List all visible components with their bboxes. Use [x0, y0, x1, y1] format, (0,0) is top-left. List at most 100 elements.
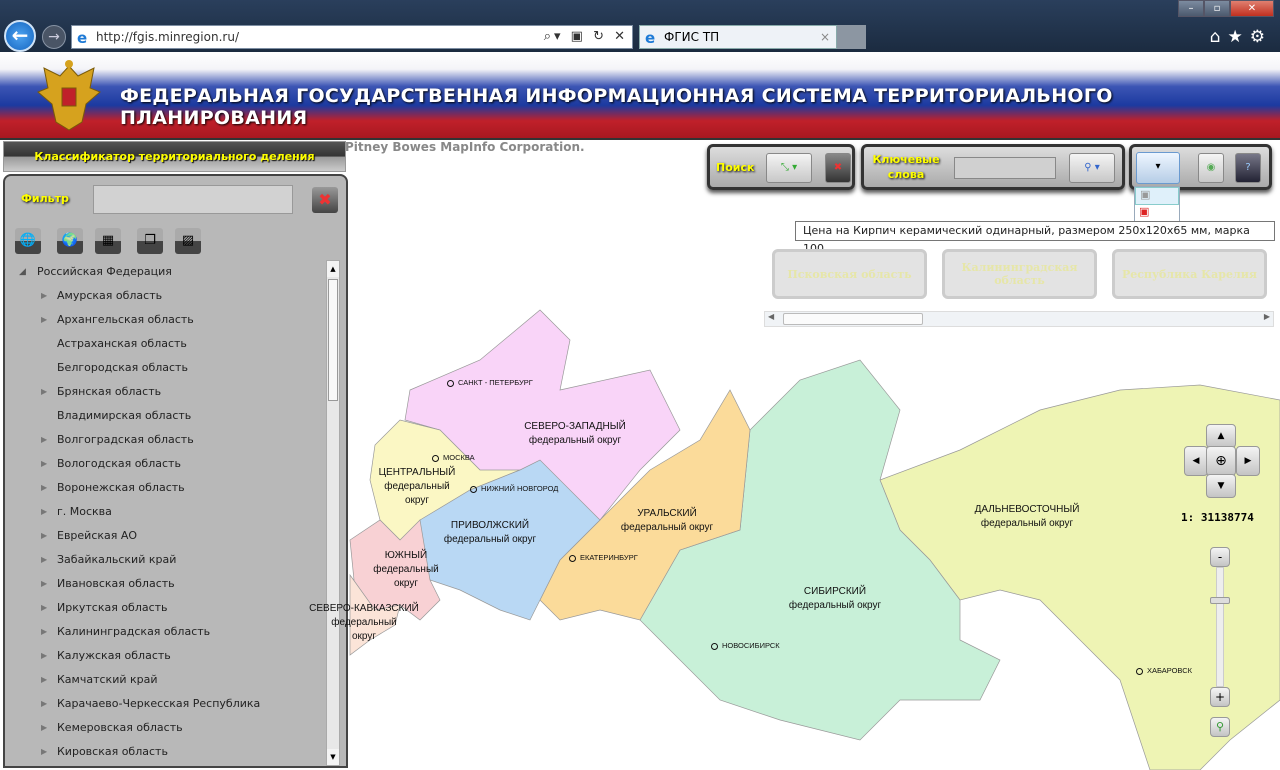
tree-item[interactable]: ▶ г. Москва — [5, 500, 327, 524]
clear-search-button[interactable]: ✖ — [825, 153, 851, 183]
layer-option-brick-red-icon[interactable]: ▣ — [1135, 205, 1179, 221]
copy-icon[interactable]: ❐ — [137, 228, 163, 254]
city-marker[interactable]: ХАБАРОВСК — [1136, 666, 1192, 675]
city-marker[interactable]: МОСКВА — [432, 453, 475, 462]
expand-icon[interactable]: ▶ — [41, 692, 47, 716]
tree-item[interactable]: ▶ Забайкальский край — [5, 548, 327, 572]
scroll-thumb[interactable] — [783, 313, 923, 325]
tree-root-label: Российская Федерация — [37, 265, 172, 278]
pan-down-button[interactable]: ▼ — [1206, 474, 1236, 498]
city-marker[interactable]: НОВОСИБИРСК — [711, 641, 780, 650]
maximize-button[interactable]: ▫ — [1204, 0, 1230, 17]
expand-icon[interactable]: ▶ — [41, 284, 47, 308]
keywords-input[interactable] — [954, 157, 1056, 179]
tree-item[interactable]: Владимирская область — [5, 404, 327, 428]
pan-up-button[interactable]: ▲ — [1206, 424, 1236, 448]
expand-icon[interactable]: ▶ — [41, 452, 47, 476]
recent-region-chip[interactable]: Псковская область — [772, 249, 927, 299]
tree-item[interactable]: ▶ Карачаево-Черкесская Республика — [5, 692, 327, 716]
help-button[interactable]: ? — [1235, 153, 1261, 183]
tree-item[interactable]: ▶ Камчатский край — [5, 668, 327, 692]
tab-close-icon[interactable]: × — [820, 26, 830, 48]
tree-item[interactable]: Астраханская область — [5, 332, 327, 356]
browser-tab[interactable]: e ФГИС ТП × — [639, 25, 837, 49]
pan-left-button[interactable]: ◀ — [1184, 446, 1208, 476]
city-marker[interactable]: ЕКАТЕРИНБУРГ — [569, 553, 638, 562]
globe-button[interactable]: ◉ — [1198, 153, 1224, 183]
tree-item[interactable]: ▶ Иркутская область — [5, 596, 327, 620]
expand-icon[interactable]: ▶ — [41, 716, 47, 740]
scroll-down-icon[interactable]: ▼ — [327, 749, 339, 765]
forward-button[interactable]: → — [42, 25, 66, 49]
find-dropdown-button[interactable]: ⚲ ▾ — [1069, 153, 1115, 183]
expand-icon[interactable]: ▶ — [41, 428, 47, 452]
expand-icon[interactable]: ▶ — [41, 572, 47, 596]
minimize-button[interactable]: – — [1178, 0, 1204, 17]
recent-region-chip[interactable]: Калининградская область — [942, 249, 1097, 299]
tree-item[interactable]: ▶ Воронежская область — [5, 476, 327, 500]
tree-item-label: Брянская область — [57, 385, 162, 398]
table-icon[interactable]: ▦ — [95, 228, 121, 254]
district-label: СЕВЕРО-ЗАПАДНЫЙ федеральный округ — [524, 421, 626, 446]
tree-item[interactable]: ▶ Амурская область — [5, 284, 327, 308]
address-controls[interactable]: ⌕▾ ▣ ↻ ✕ — [544, 26, 628, 48]
recent-region-chip[interactable]: Республика Карелия — [1112, 249, 1267, 299]
expand-icon[interactable]: ▶ — [41, 476, 47, 500]
expand-icon[interactable]: ▶ — [41, 308, 47, 332]
tree-item-label: Калужская область — [57, 649, 171, 662]
expand-icon[interactable]: ▶ — [41, 524, 47, 548]
scroll-up-icon[interactable]: ▲ — [327, 261, 339, 277]
back-button[interactable]: ← — [4, 20, 36, 52]
tree-item[interactable]: ▶ Волгоградская область — [5, 428, 327, 452]
city-marker[interactable]: САНКТ - ПЕТЕРБУРГ — [447, 378, 533, 387]
tree-item[interactable]: ▶ Кемеровская область — [5, 716, 327, 740]
tree-item-label: Камчатский край — [57, 673, 158, 686]
layer-dropdown[interactable]: ▾ — [1136, 152, 1180, 184]
zoom-extent-icon[interactable]: ⚲ — [1210, 717, 1230, 737]
clear-filter-button[interactable]: ✖ — [312, 187, 338, 213]
tree-root[interactable]: ◢ Российская Федерация — [5, 260, 327, 284]
tree-item[interactable]: ▶ Ивановская область — [5, 572, 327, 596]
tree-item[interactable]: Белгородская область — [5, 356, 327, 380]
recent-regions-scrollbar[interactable]: ◀ ▶ — [764, 311, 1274, 327]
layer-option-brick-white-icon[interactable]: ▣ — [1135, 187, 1179, 205]
collapse-icon[interactable]: ◢ — [19, 260, 26, 284]
globe-refresh-icon[interactable]: 🌍 — [57, 228, 83, 254]
district-label: ЦЕНТРАЛЬНЫЙ федеральный округ — [378, 467, 456, 506]
scroll-right-icon[interactable]: ▶ — [1264, 312, 1270, 321]
zoom-slider-track[interactable] — [1216, 567, 1224, 687]
scroll-left-icon[interactable]: ◀ — [768, 312, 774, 321]
tree-item[interactable]: ▶ Брянская область — [5, 380, 327, 404]
expand-icon[interactable]: ▶ — [41, 500, 47, 524]
search-mode-dropdown[interactable]: ⤡ ▾ — [766, 153, 812, 183]
scroll-thumb[interactable] — [328, 279, 338, 401]
map-icon[interactable]: ▨ — [175, 228, 201, 254]
expand-icon[interactable]: ▶ — [41, 380, 47, 404]
tree-item[interactable]: ▶ Вологодская область — [5, 452, 327, 476]
tree-item[interactable]: ▶ Кировская область — [5, 740, 327, 764]
tree-item[interactable]: ▶ Калужская область — [5, 644, 327, 668]
filter-input[interactable] — [93, 185, 293, 214]
globe-icon[interactable]: 🌐 — [15, 228, 41, 254]
expand-icon[interactable]: ▶ — [41, 596, 47, 620]
pan-right-button[interactable]: ▶ — [1236, 446, 1260, 476]
home-favorites-tools-icons[interactable]: ⌂★⚙ — [1210, 27, 1272, 47]
expand-icon[interactable]: ▶ — [41, 644, 47, 668]
tree-item[interactable]: ▶ Калининградская область — [5, 620, 327, 644]
expand-icon[interactable]: ▶ — [41, 740, 47, 764]
expand-icon[interactable]: ▶ — [41, 668, 47, 692]
city-marker[interactable]: НИЖНИЙ НОВГОРОД — [470, 484, 558, 493]
zoom-out-button[interactable]: - — [1210, 547, 1230, 567]
close-window-button[interactable]: ✕ — [1230, 0, 1274, 17]
zoom-in-button[interactable]: + — [1210, 687, 1230, 707]
zoom-slider-thumb[interactable] — [1210, 597, 1230, 604]
tree-item-label: Владимирская область — [57, 409, 192, 422]
expand-icon[interactable]: ▶ — [41, 548, 47, 572]
new-tab-button[interactable] — [837, 25, 866, 49]
tree-item[interactable]: ▶ Еврейская АО — [5, 524, 327, 548]
tree-scrollbar[interactable]: ▲ ▼ — [326, 260, 340, 766]
globe-reset-button[interactable]: ⊕ — [1206, 446, 1236, 476]
address-bar[interactable]: e http://fgis.minregion.ru/ ⌕▾ ▣ ↻ ✕ — [71, 25, 633, 49]
tree-item[interactable]: ▶ Архангельская область — [5, 308, 327, 332]
expand-icon[interactable]: ▶ — [41, 620, 47, 644]
